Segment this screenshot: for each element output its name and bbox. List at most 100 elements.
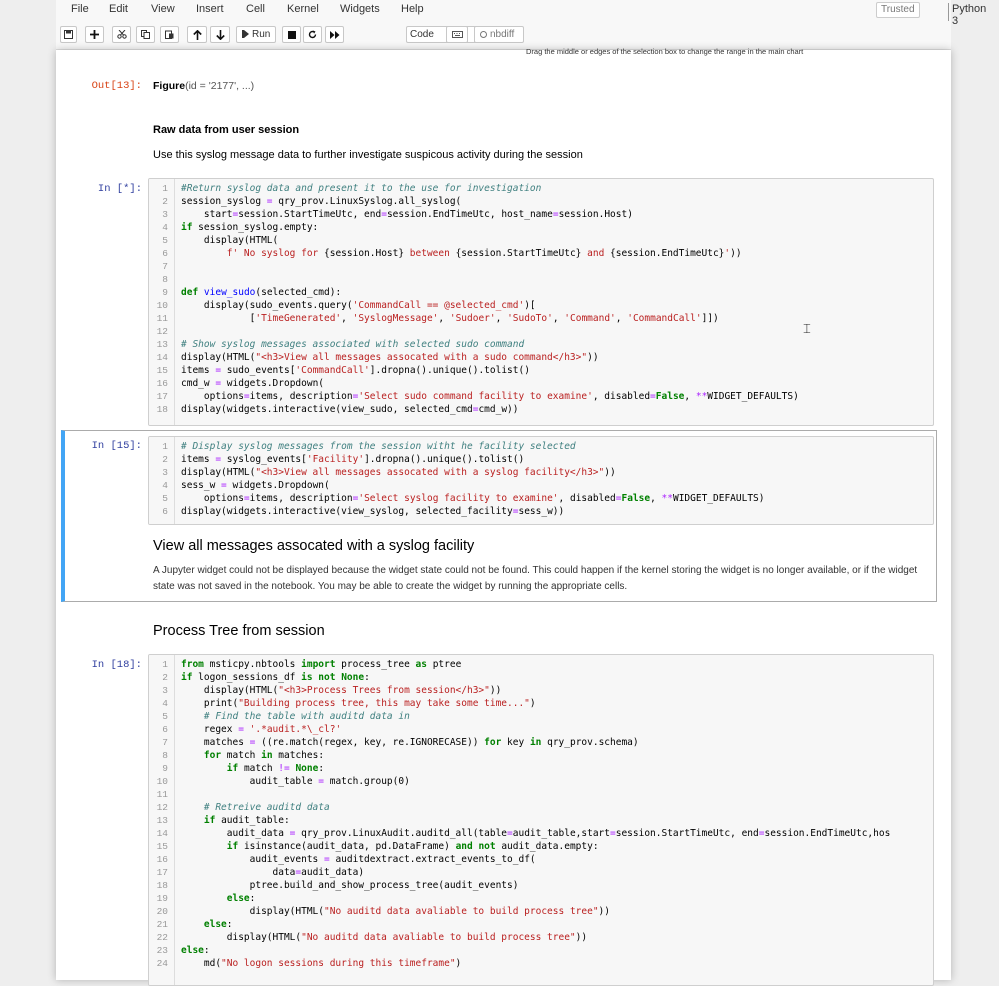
code-line[interactable]: display(HTML("<h3>View all messages asso… <box>181 352 599 363</box>
move-cell-up-button[interactable] <box>187 26 207 43</box>
text-cursor-icon: ⌶ <box>803 322 811 337</box>
restart-button[interactable] <box>303 26 322 43</box>
line-number: 14 <box>156 828 168 839</box>
code-line[interactable]: audit_events = auditdextract.extract_eve… <box>181 854 536 865</box>
code-line[interactable]: start=session.StartTimeUtc, end=session.… <box>181 209 633 220</box>
code-line[interactable]: # Show syslog messages associated with s… <box>181 339 524 350</box>
code-line[interactable]: data=audit_data) <box>181 867 365 878</box>
code-line[interactable]: def view_sudo(selected_cmd): <box>181 287 341 298</box>
code-line[interactable]: else: <box>181 893 256 904</box>
raw-data-heading: Raw data from user session <box>153 124 300 136</box>
menu-edit[interactable]: Edit <box>109 3 128 15</box>
code-line[interactable]: display(HTML("<h3>Process Trees from ses… <box>181 685 501 696</box>
code-line[interactable]: matches = ((re.match(regex, key, re.IGNO… <box>181 737 639 748</box>
code-line[interactable]: else: <box>181 919 233 930</box>
interrupt-button[interactable] <box>282 26 301 43</box>
code-line[interactable]: ptree.build_and_show_process_tree(audit_… <box>181 880 519 891</box>
code-line[interactable]: options=items, description='Select syslo… <box>181 493 765 504</box>
code-line[interactable]: display(widgets.interactive(view_sudo, s… <box>181 404 518 415</box>
code-line[interactable]: from msticpy.nbtools import process_tree… <box>181 659 461 670</box>
menubar: File Edit View Insert Cell Kernel Widget… <box>56 0 986 27</box>
cell-type-value: Code <box>410 29 434 40</box>
history-icon <box>480 31 487 38</box>
code-line[interactable]: items = syslog_events['Facility'].dropna… <box>181 454 524 465</box>
code-cell-syslog-facility[interactable]: 1 # Display syslog messages from the sess… <box>148 436 934 525</box>
code-line[interactable]: display(HTML("<h3>View all messages asso… <box>181 467 616 478</box>
code-line[interactable]: for match in matches: <box>181 750 324 761</box>
save-icon <box>64 30 73 39</box>
code-line[interactable]: md("No logon sessions during this timefr… <box>181 958 461 969</box>
restart-run-all-button[interactable] <box>325 26 344 43</box>
run-label: Run <box>252 29 271 40</box>
code-line[interactable]: regex = '.*audit.*\_cl?' <box>181 724 341 735</box>
command-palette-button[interactable] <box>446 26 468 43</box>
code-line[interactable]: display(HTML("No auditd data avaliable t… <box>181 932 587 943</box>
code-line[interactable]: # Display syslog messages from the sessi… <box>181 441 576 452</box>
run-button[interactable]: Run <box>236 26 276 43</box>
code-line[interactable]: if audit_table: <box>181 815 290 826</box>
code-line[interactable]: # Retreive auditd data <box>181 802 330 813</box>
code-line[interactable]: print("Building process tree, this may t… <box>181 698 536 709</box>
code-line[interactable]: display(HTML( <box>181 235 278 246</box>
kernel-name[interactable]: Python 3 <box>948 3 986 27</box>
line-number: 7 <box>162 261 168 272</box>
cut-icon <box>116 30 127 39</box>
line-number: 1 <box>162 441 168 452</box>
line-number: 11 <box>156 789 168 800</box>
code-line[interactable]: f' No syslog for {session.Host} between … <box>181 248 742 259</box>
restart-icon <box>308 30 317 39</box>
line-number: 3 <box>162 685 168 696</box>
menu-file[interactable]: File <box>71 3 89 15</box>
raw-data-description: Use this syslog message data to further … <box>153 149 583 161</box>
code-line[interactable]: display(HTML("No auditd data avaliable t… <box>181 906 610 917</box>
code-line[interactable]: cmd_w = widgets.Dropdown( <box>181 378 324 389</box>
menu-cell[interactable]: Cell <box>246 3 265 15</box>
in-prompt-18: In [18]: <box>91 659 142 671</box>
trusted-badge[interactable]: Trusted <box>876 2 920 18</box>
menu-kernel[interactable]: Kernel <box>287 3 319 15</box>
code-line[interactable]: # Find the table with auditd data in <box>181 711 410 722</box>
line-number: 2 <box>162 196 168 207</box>
line-number: 5 <box>162 711 168 722</box>
process-tree-heading: Process Tree from session <box>153 623 325 639</box>
line-number: 13 <box>156 339 168 350</box>
menu-widgets[interactable]: Widgets <box>340 3 380 15</box>
menu-insert[interactable]: Insert <box>196 3 224 15</box>
code-line[interactable]: audit_table = match.group(0) <box>181 776 410 787</box>
code-line[interactable]: if isinstance(audit_data, pd.DataFrame) … <box>181 841 599 852</box>
code-line[interactable]: audit_data = qry_prov.LinuxAudit.auditd_… <box>181 828 891 839</box>
toolbar: Run Code ⌄ nbdiff <box>56 21 951 50</box>
code-line[interactable]: display(widgets.interactive(view_syslog,… <box>181 506 564 517</box>
line-number: 22 <box>156 932 168 943</box>
code-line[interactable]: #Return syslog data and present it to th… <box>181 183 541 194</box>
code-line[interactable]: if match != None: <box>181 763 324 774</box>
code-line[interactable]: if session_syslog.empty: <box>181 222 318 233</box>
paste-button[interactable] <box>160 26 179 43</box>
save-button[interactable] <box>60 26 77 43</box>
code-line[interactable]: options=items, description='Select sudo … <box>181 391 799 402</box>
code-line[interactable]: items = sudo_events['CommandCall'].dropn… <box>181 365 530 376</box>
menu-view[interactable]: View <box>151 3 175 15</box>
line-number: 6 <box>162 724 168 735</box>
line-number: 1 <box>162 183 168 194</box>
code-cell-process-tree[interactable]: 1 from msticpy.nbtools import process_tre… <box>148 654 934 986</box>
cut-button[interactable] <box>112 26 131 43</box>
copy-button[interactable] <box>136 26 155 43</box>
line-number: 12 <box>156 326 168 337</box>
code-line[interactable]: display(sudo_events.query('CommandCall =… <box>181 300 536 311</box>
code-line[interactable]: if logon_sessions_df is not None: <box>181 672 370 683</box>
nbdiff-button[interactable]: nbdiff <box>474 26 524 43</box>
code-cell-syslog[interactable]: 1 #Return syslog data and present it to t… <box>148 178 934 426</box>
move-cell-down-button[interactable] <box>210 26 230 43</box>
code-line[interactable]: session_syslog = qry_prov.LinuxSyslog.al… <box>181 196 461 207</box>
line-number: 2 <box>162 454 168 465</box>
widget-error-message: A Jupyter widget could not be displayed … <box>153 565 918 592</box>
code-line[interactable]: ['TimeGenerated', 'SyslogMessage', 'Sudo… <box>181 313 719 324</box>
menu-help[interactable]: Help <box>401 3 424 15</box>
line-number: 18 <box>156 880 168 891</box>
code-line[interactable]: sess_w = widgets.Dropdown( <box>181 480 330 491</box>
line-number: 23 <box>156 945 168 956</box>
in-prompt-running: In [*]: <box>97 183 142 195</box>
code-line[interactable]: else: <box>181 945 210 956</box>
insert-cell-button[interactable] <box>85 26 104 43</box>
